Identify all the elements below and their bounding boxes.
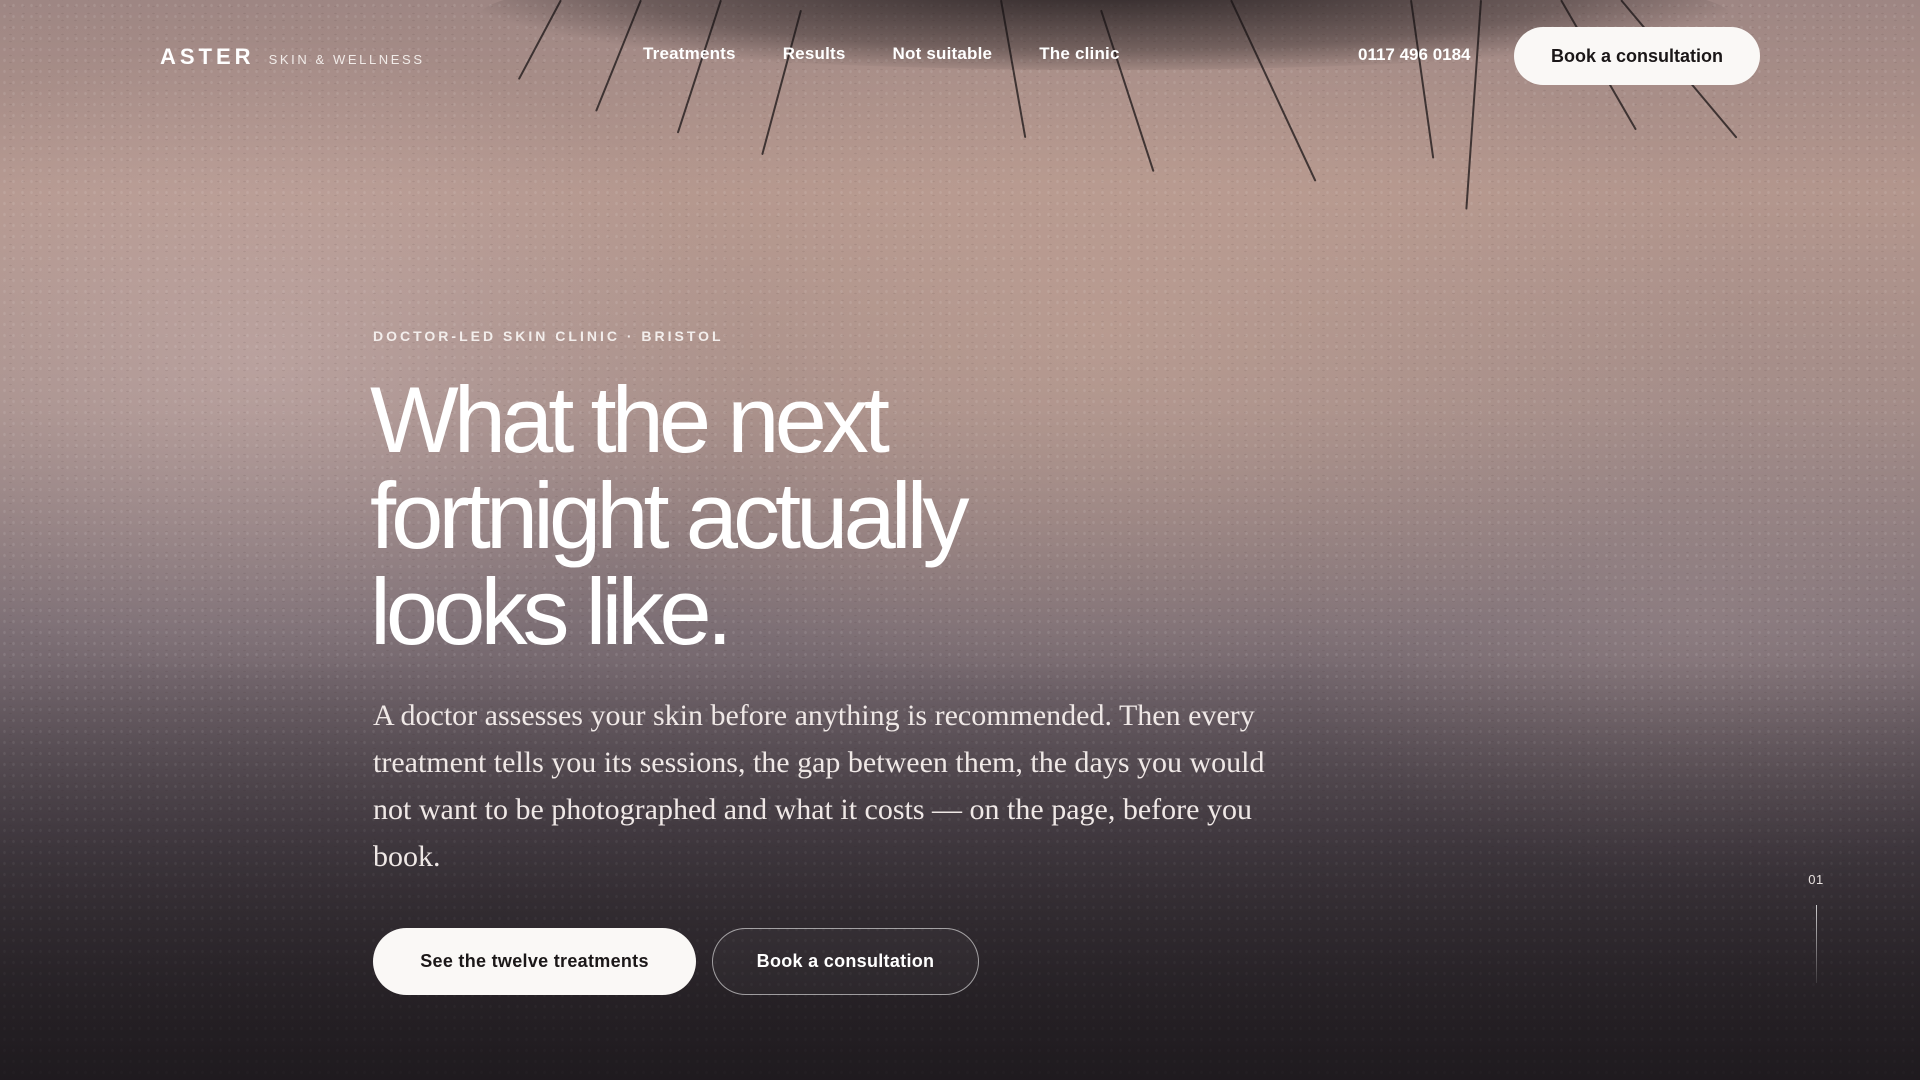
hero-description: A doctor assesses your skin before anyth… (373, 699, 1265, 873)
see-treatments-button[interactable]: See the twelve treatments (373, 928, 696, 995)
book-consultation-nav-button[interactable]: Book a consultation (1514, 27, 1760, 85)
brand-tagline: SKIN & WELLNESS (268, 52, 425, 67)
slide-indicator: 01 (1800, 872, 1832, 983)
slide-progress-line (1815, 905, 1817, 983)
slide-number: 01 (1808, 872, 1824, 887)
hero-headline: What the next fortnight actually looks l… (370, 367, 969, 664)
phone-number-link[interactable]: 0117 496 0184 (1358, 45, 1471, 65)
nav-links: Treatments Results Not suitable The clin… (643, 44, 1120, 64)
hero-eyebrow: DOCTOR-LED SKIN CLINIC · BRISTOL (373, 328, 724, 344)
nav-link-the-clinic[interactable]: The clinic (1039, 44, 1119, 64)
top-navigation: ASTER SKIN & WELLNESS Treatments Results… (0, 0, 1920, 110)
nav-link-results[interactable]: Results (783, 44, 846, 64)
nav-link-treatments[interactable]: Treatments (643, 44, 736, 64)
hero-section: ASTER SKIN & WELLNESS Treatments Results… (0, 0, 1920, 1080)
nav-link-not-suitable[interactable]: Not suitable (893, 44, 993, 64)
brand-name: ASTER (160, 44, 255, 69)
brand-logo[interactable]: ASTER SKIN & WELLNESS (160, 44, 425, 70)
book-consultation-button[interactable]: Book a consultation (712, 928, 979, 995)
